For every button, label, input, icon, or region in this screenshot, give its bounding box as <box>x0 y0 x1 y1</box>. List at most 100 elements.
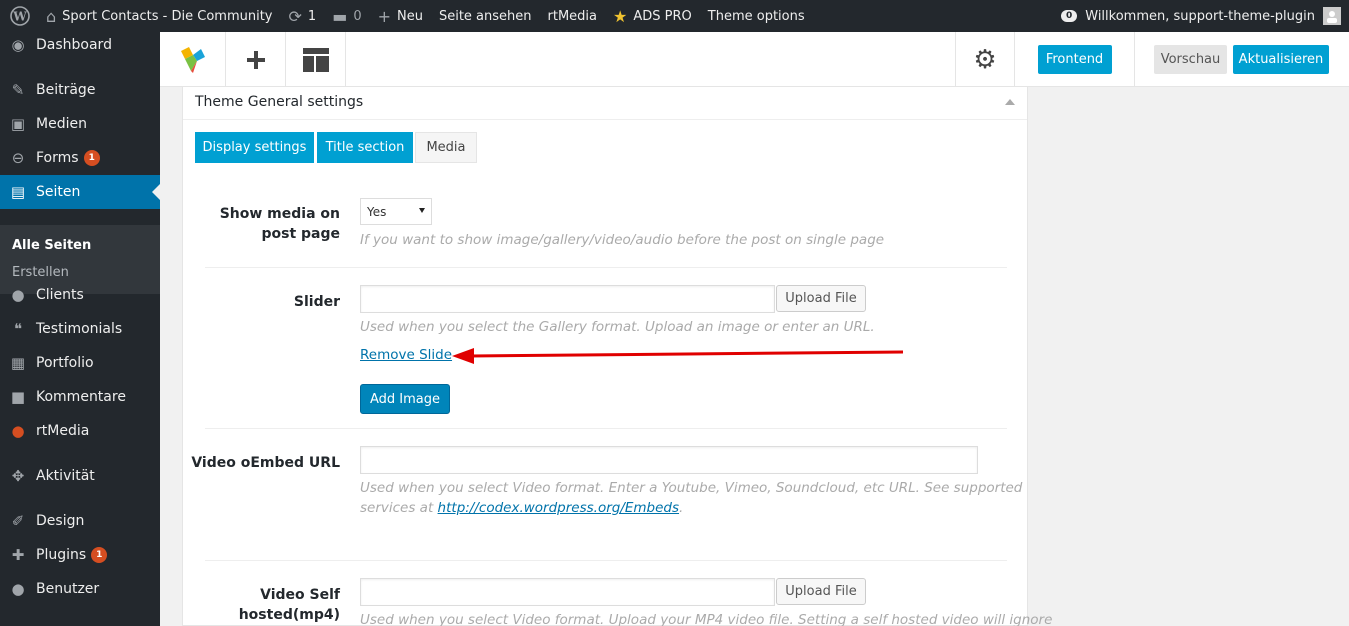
theme-options-label: Theme options <box>707 8 805 24</box>
dashboard-icon: ◉ <box>11 36 25 54</box>
admin-bar: W ⌂ Sport Contacts - Die Community ⟳ 1 ▬… <box>0 0 1349 32</box>
plus-icon: + <box>377 6 391 26</box>
avatar <box>1323 7 1341 25</box>
video-self-label: Video Self hosted(mp4) <box>190 585 340 625</box>
site-name: Sport Contacts - Die Community <box>62 8 273 24</box>
sidebar-item-kommentare[interactable]: ■ Kommentare <box>0 380 160 414</box>
sidebar-item-clients[interactable]: ● Clients <box>0 278 160 312</box>
comments-link[interactable]: ▬ 0 <box>324 0 369 32</box>
preview-button[interactable]: Vorschau <box>1154 45 1227 74</box>
star-icon: ★ <box>613 6 628 26</box>
sidebar-item-forms[interactable]: ⊖ Forms 1 <box>0 141 160 175</box>
settings-button[interactable]: ⚙ <box>955 32 1015 87</box>
admin-bar-right: 0 Willkommen, support-theme-plugin <box>1053 0 1349 32</box>
ads-pro-label: ADS PRO <box>633 8 692 24</box>
sidebar-item-testimonials[interactable]: ❝ Testimonials <box>0 312 160 346</box>
pages-icon: ▤ <box>10 183 26 201</box>
composer-toolbar: ⚙ Frontend Vorschau Aktualisieren <box>160 32 1349 87</box>
quote-icon: ❝ <box>13 320 23 338</box>
show-media-value: Yes <box>367 204 387 219</box>
view-page-link[interactable]: Seite ansehen <box>431 0 540 32</box>
sidebar-item-rtmedia[interactable]: ● rtMedia <box>0 414 160 448</box>
frontend-cell: Frontend <box>1015 32 1135 87</box>
video-embed-desc-line2: services at http://codex.wordpress.org/E… <box>360 498 1022 518</box>
embeds-codex-link[interactable]: http://codex.wordpress.org/Embeds <box>438 500 679 516</box>
theme-options-link[interactable]: Theme options <box>700 0 813 32</box>
panel-header[interactable]: Theme General settings <box>183 87 1027 120</box>
updates-count: 1 <box>307 8 317 24</box>
plus-icon <box>246 50 265 69</box>
tab-display-settings[interactable]: Display settings <box>195 132 314 163</box>
sidebar-item-label: Beiträge <box>36 82 96 98</box>
svg-text:W: W <box>12 10 27 24</box>
add-image-button[interactable]: Add Image <box>360 384 450 414</box>
frontend-button[interactable]: Frontend <box>1037 45 1112 74</box>
slider-upload-button[interactable]: Upload File <box>776 285 866 312</box>
video-embed-description: Used when you select Video format. Enter… <box>360 478 1022 518</box>
ads-pro-link[interactable]: ★ ADS PRO <box>605 0 700 32</box>
sidebar-item-dashboard[interactable]: ◉ Dashboard <box>0 28 160 62</box>
wordpress-icon: W <box>10 6 30 26</box>
comment-bubble-icon: ▬ <box>332 6 348 26</box>
show-media-select[interactable]: Yes <box>360 198 432 225</box>
portfolio-icon: ▦ <box>10 354 26 372</box>
sidebar-item-design[interactable]: ✐ Design <box>0 504 160 538</box>
sidebar-item-label: Medien <box>36 116 87 132</box>
video-embed-input[interactable] <box>360 446 978 474</box>
refresh-icon: ⟳ <box>288 6 302 26</box>
video-embed-desc-prefix: services at <box>360 500 438 516</box>
sidebar-item-beitr-ge[interactable]: ✎ Beiträge <box>0 73 160 107</box>
video-embed-desc-suffix: . <box>679 500 684 516</box>
greeting: Willkommen, support-theme-plugin <box>1085 8 1315 24</box>
video-self-label-line2: hosted(mp4) <box>238 607 340 623</box>
sidebar-item-label: rtMedia <box>36 423 90 439</box>
rtmedia-link[interactable]: rtMedia <box>540 0 606 32</box>
templates-button[interactable] <box>286 32 346 87</box>
comment-icon: ■ <box>10 388 26 406</box>
sidebar-item-seiten[interactable]: ▤ Seiten <box>0 175 160 209</box>
sidebar-item-label: Design <box>36 513 85 529</box>
count-badge: 1 <box>83 150 100 166</box>
video-self-upload-button[interactable]: Upload File <box>776 578 866 605</box>
composer-logo[interactable] <box>160 32 226 87</box>
sidebar-item-plugins[interactable]: ✚ Plugins 1 <box>0 538 160 572</box>
sidebar-item-benutzer[interactable]: ● Benutzer <box>0 572 160 606</box>
rtmedia-label: rtMedia <box>547 8 598 24</box>
user-avatar-icon <box>1327 11 1337 23</box>
divider <box>205 428 1007 429</box>
composer-logo-icon <box>180 46 205 73</box>
tab-media[interactable]: Media <box>415 132 477 163</box>
sidebar-item-portfolio[interactable]: ▦ Portfolio <box>0 346 160 380</box>
tab-title-section[interactable]: Title section <box>317 132 413 163</box>
new-content-link[interactable]: + Neu <box>370 0 431 32</box>
sidebar-item-label: Clients <box>36 287 84 303</box>
dropdown-caret-icon <box>419 208 425 213</box>
updates-link[interactable]: ⟳ 1 <box>281 0 325 32</box>
sidebar-item-label: Seiten <box>36 184 81 200</box>
submenu-all-pages[interactable]: Alle Seiten <box>12 238 91 253</box>
sidebar-item-label: Aktivität <box>36 468 95 484</box>
collapse-arrow-icon[interactable] <box>1005 99 1015 105</box>
video-embed-desc-line1: Used when you select Video format. Enter… <box>360 480 1023 496</box>
show-media-label-line2: post page <box>261 226 340 242</box>
notifications-link[interactable]: 0 Willkommen, support-theme-plugin <box>1053 0 1349 32</box>
home-icon: ⌂ <box>46 6 57 26</box>
brush-icon: ✐ <box>11 512 25 530</box>
slider-url-input[interactable] <box>360 285 775 313</box>
new-label: Neu <box>397 8 423 24</box>
slider-label: Slider <box>293 294 340 310</box>
sidebar-item-medien[interactable]: ▣ Medien <box>0 107 160 141</box>
theme-settings-panel: Theme General settings Display settings … <box>182 87 1052 626</box>
video-embed-label: Video oEmbed URL <box>191 455 340 471</box>
video-self-input[interactable] <box>360 578 775 606</box>
sidebar-item-aktivit-t[interactable]: ✥ Aktivität <box>0 459 160 493</box>
show-media-description: If you want to show image/gallery/video/… <box>360 232 885 248</box>
divider <box>205 560 1007 561</box>
remove-slide-link[interactable]: Remove Slide <box>360 347 452 363</box>
add-element-button[interactable] <box>226 32 286 87</box>
sidebar-item-label: Forms <box>36 150 79 166</box>
user-icon: ● <box>11 286 25 304</box>
update-button[interactable]: Aktualisieren <box>1233 45 1329 74</box>
sidebar-item-label: Kommentare <box>36 389 126 405</box>
video-self-description: Used when you select Video format. Uploa… <box>360 612 1053 626</box>
